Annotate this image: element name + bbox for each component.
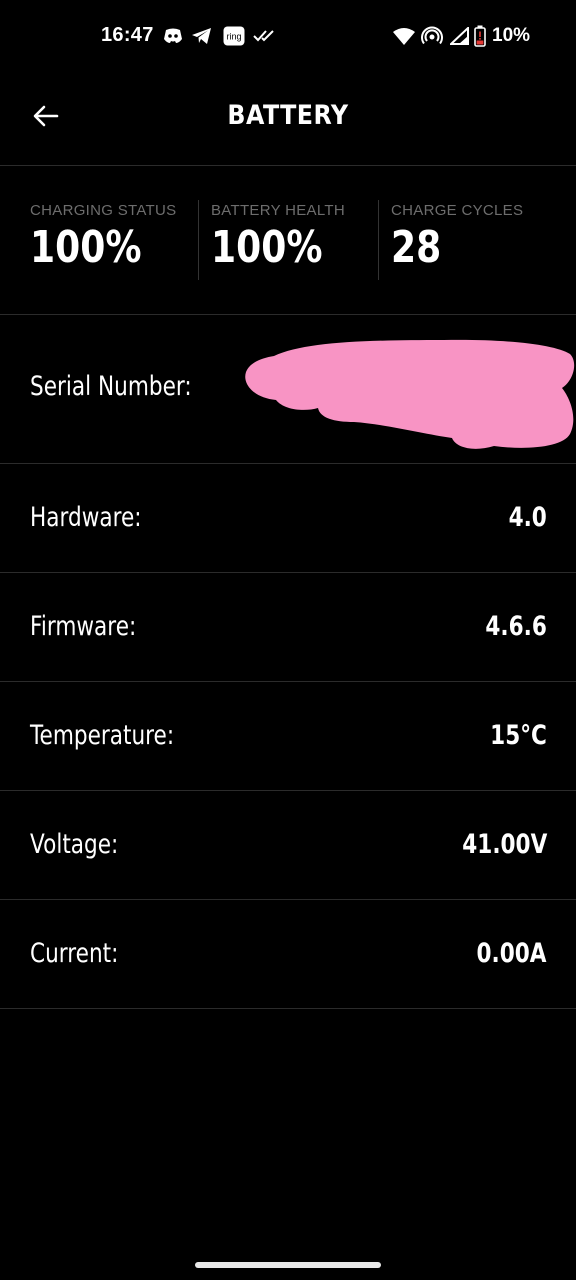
telegram-icon (191, 27, 213, 49)
signal-icon (448, 25, 470, 49)
stat-value: 100% (211, 222, 323, 273)
temperature-label: Temperature: (30, 720, 175, 751)
stat-label: BATTERY HEALTH (211, 202, 345, 219)
voltage-value: 41.00V (461, 829, 547, 860)
firmware-row: Firmware: 4.6.6 (0, 573, 576, 682)
firmware-label: Firmware: (30, 611, 137, 642)
discord-icon (162, 27, 184, 49)
voltage-label: Voltage: (30, 829, 119, 860)
ring-icon: ring (223, 26, 245, 50)
wifi-icon (393, 27, 415, 49)
status-time: 16:47 (101, 24, 154, 46)
hardware-row: Hardware: 4.0 (0, 464, 576, 573)
current-row: Current: 0.00A (0, 900, 576, 1009)
hardware-label: Hardware: (30, 502, 142, 533)
app-header: BATTERY (0, 72, 576, 166)
stat-divider (378, 200, 379, 280)
status-bar: 16:47 ring 10% (0, 0, 576, 72)
stat-label: CHARGE CYCLES (391, 202, 524, 219)
current-label: Current: (30, 938, 119, 969)
svg-text:ring: ring (226, 32, 241, 42)
temperature-row: Temperature: 15°C (0, 682, 576, 791)
page-title: BATTERY (227, 100, 349, 131)
serial-number-label: Serial Number: (30, 371, 192, 402)
stat-value: 100% (30, 222, 142, 273)
stat-value: 28 (391, 222, 442, 273)
battery-percent: 10% (492, 25, 531, 46)
hardware-value: 4.0 (508, 502, 547, 533)
hotspot-icon (421, 26, 443, 50)
stat-label: CHARGING STATUS (30, 202, 177, 219)
double-check-icon (253, 28, 277, 48)
stat-charging-status: CHARGING STATUS 100% (30, 202, 176, 273)
temperature-value: 15°C (490, 720, 547, 751)
stat-battery-health: BATTERY HEALTH 100% (211, 202, 347, 273)
battery-low-icon (474, 25, 486, 51)
stat-charge-cycles: CHARGE CYCLES 28 (391, 202, 523, 273)
home-indicator[interactable] (195, 1262, 381, 1268)
battery-stats: CHARGING STATUS 100% BATTERY HEALTH 100%… (0, 166, 576, 315)
current-value: 0.00A (476, 938, 547, 969)
stat-divider (198, 200, 199, 280)
voltage-row: Voltage: 41.00V (0, 791, 576, 900)
firmware-value: 4.6.6 (485, 611, 548, 642)
redaction-scribble (245, 339, 575, 449)
